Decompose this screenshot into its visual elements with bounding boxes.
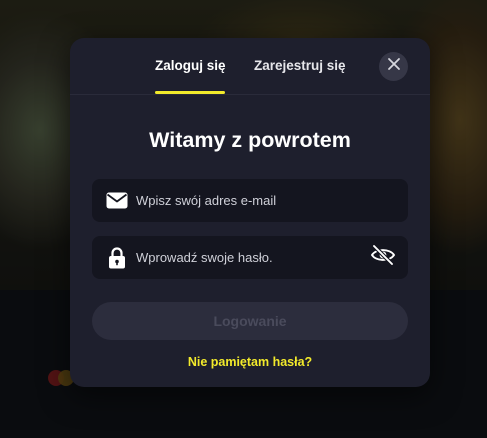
email-field[interactable] [92,179,408,222]
eye-off-icon [370,244,396,271]
modal-title: Witamy z powrotem [149,128,351,152]
active-tab-indicator [155,91,225,94]
password-field[interactable] [92,236,408,279]
show-password-toggle[interactable] [370,244,396,271]
tab-register[interactable]: Zarejestruj się [254,58,346,73]
lock-icon [105,246,129,270]
email-input[interactable] [136,179,408,222]
login-modal: Zaloguj się Zarejestruj się Witamy z pow… [70,38,430,387]
login-button[interactable]: Logowanie [92,302,408,340]
envelope-icon [105,189,129,213]
tab-login[interactable]: Zaloguj się [155,58,226,73]
password-input[interactable] [136,236,370,279]
close-button[interactable] [379,52,408,81]
forgot-password-link[interactable]: Nie pamiętam hasła? [70,355,430,369]
auth-tabs: Zaloguj się Zarejestruj się [70,38,430,95]
close-icon [387,57,401,76]
